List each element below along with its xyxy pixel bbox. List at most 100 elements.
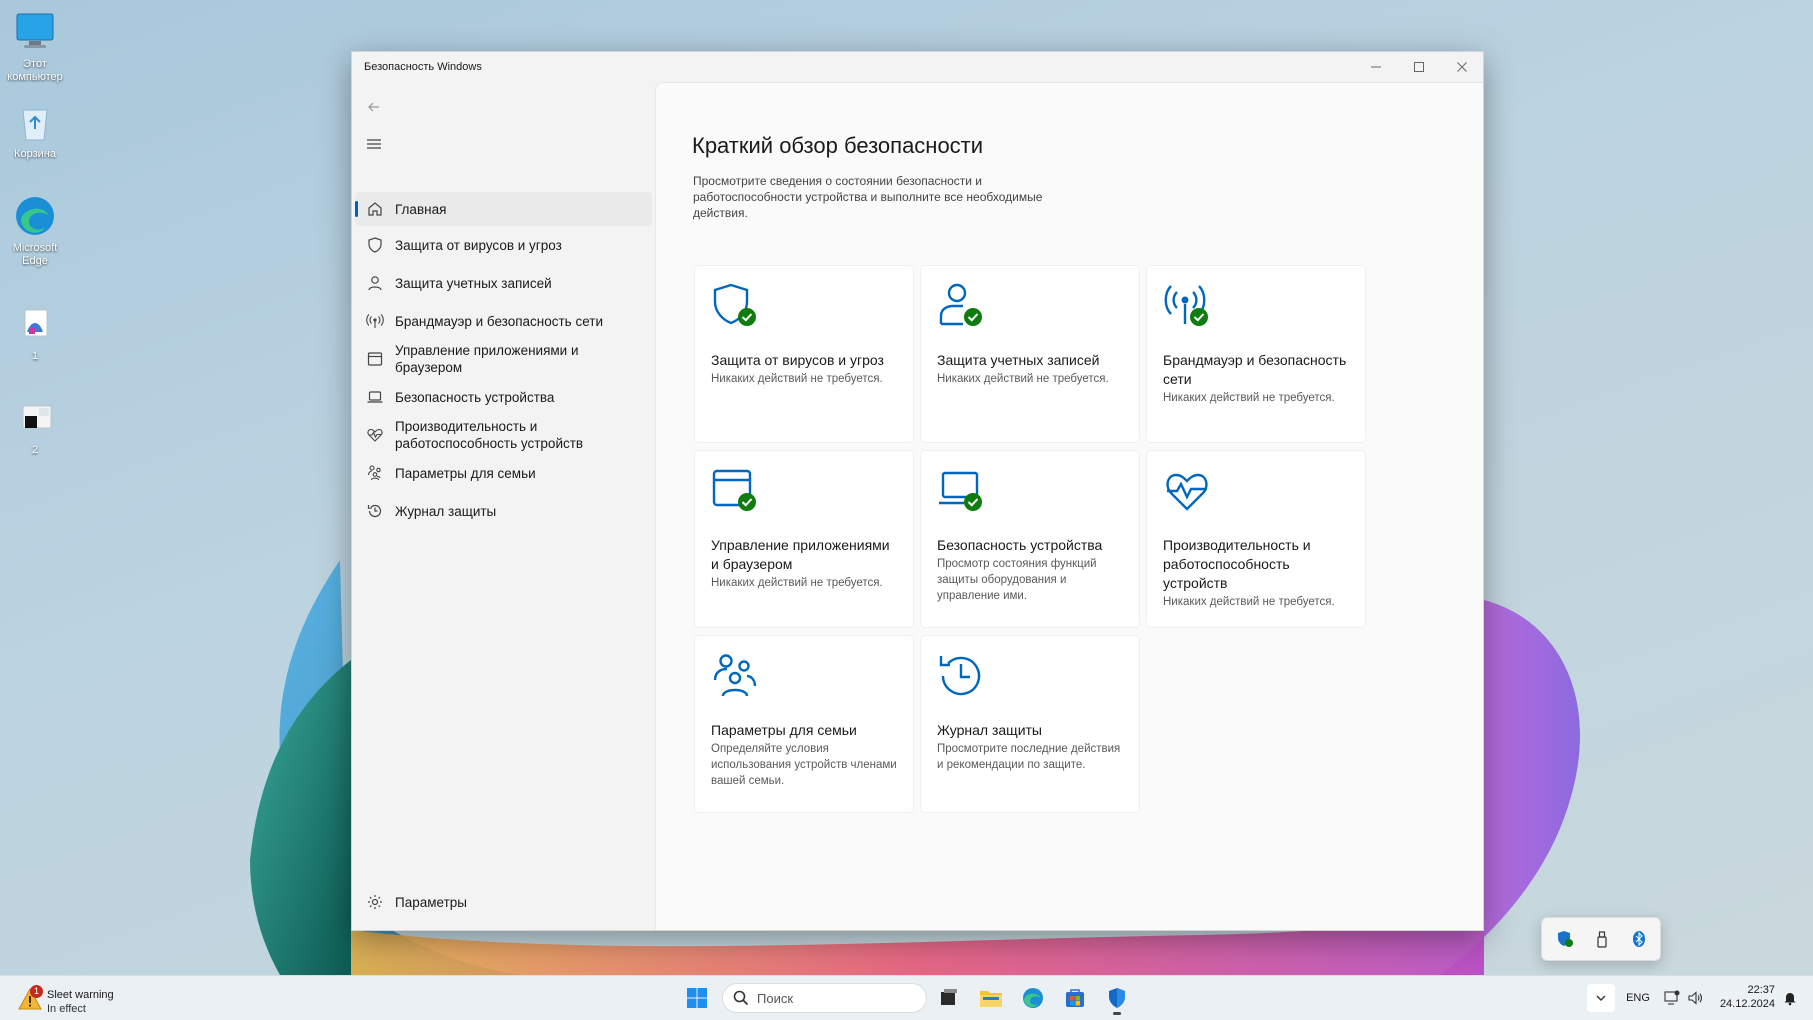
search-icon bbox=[733, 990, 749, 1006]
sidebar-item-account-protection[interactable]: Защита учетных записей bbox=[355, 264, 652, 302]
usb-icon bbox=[1597, 931, 1607, 948]
desktop-icon-file-1[interactable]: 1 bbox=[0, 302, 70, 363]
clock-time: 22:37 bbox=[1747, 984, 1775, 996]
antenna-icon bbox=[366, 312, 384, 330]
sidebar-item-label: Параметры для семьи bbox=[395, 465, 536, 481]
notification-button[interactable] bbox=[1779, 988, 1801, 1008]
weather-title: Sleet warning bbox=[47, 989, 114, 1001]
sidebar-item-label: Защита учетных записей bbox=[395, 275, 552, 291]
desktop-icon-file-2[interactable]: 2 bbox=[0, 396, 70, 457]
taskbar-search[interactable]: Поиск bbox=[722, 983, 927, 1013]
card-description: Никаких действий не требуется. bbox=[1163, 596, 1335, 608]
sidebar-item-firewall[interactable]: Брандмауэр и безопасность сети bbox=[355, 302, 652, 340]
sidebar: Главная Защита от вирусов и угроз Защита… bbox=[352, 82, 655, 930]
desktop-icon-label: Корзина bbox=[14, 148, 56, 160]
clock-date: 24.12.2024 bbox=[1719, 998, 1775, 1010]
sidebar-item-home[interactable]: Главная bbox=[355, 192, 652, 226]
tray-security-button[interactable] bbox=[1554, 928, 1576, 950]
history-icon bbox=[366, 502, 384, 520]
hamburger-icon bbox=[367, 139, 381, 149]
shield-check-icon bbox=[711, 282, 759, 330]
task-view-button[interactable] bbox=[932, 982, 966, 1014]
antenna-check-icon bbox=[1163, 282, 1211, 330]
hamburger-menu-button[interactable] bbox=[364, 134, 384, 154]
title-bar[interactable]: Безопасность Windows bbox=[352, 52, 1483, 82]
card-device-security[interactable]: Безопасность устройства Просмотр состояни… bbox=[921, 451, 1139, 627]
sidebar-item-device-health[interactable]: Производительность и работоспособность у… bbox=[355, 416, 605, 454]
tray-overflow-flyout bbox=[1541, 917, 1661, 961]
back-button[interactable] bbox=[364, 97, 384, 117]
page-intro: Просмотрите сведения о состоянии безопас… bbox=[693, 174, 1043, 220]
card-virus-protection[interactable]: Защита от вирусов и угроз Никаких действи… bbox=[695, 266, 913, 442]
recycle-bin-icon bbox=[13, 100, 57, 144]
sidebar-item-label: Журнал защиты bbox=[395, 503, 497, 519]
sidebar-item-settings[interactable]: Параметры bbox=[355, 885, 652, 919]
file-explorer-button[interactable] bbox=[974, 982, 1008, 1014]
card-title: Брандмауэр и безопасность сети bbox=[1163, 352, 1347, 387]
page-title: Краткий обзор безопасности bbox=[692, 133, 984, 158]
card-family[interactable]: Параметры для семьи Определяйте условия и… bbox=[695, 636, 913, 812]
card-account-protection[interactable]: Защита учетных записей Никаких действий н… bbox=[921, 266, 1139, 442]
card-description: Определяйте условия использования устрой… bbox=[711, 743, 897, 787]
card-title: Безопасность устройства bbox=[937, 537, 1103, 553]
card-description: Просмотрите последние действия и рекомен… bbox=[937, 743, 1121, 771]
card-title: Параметры для семьи bbox=[711, 722, 857, 738]
main-content: Краткий обзор безопасности Просмотрите с… bbox=[655, 82, 1483, 930]
sidebar-item-label: Параметры bbox=[395, 894, 467, 910]
app-window-check-icon bbox=[711, 467, 759, 515]
tray-usb-button[interactable] bbox=[1591, 928, 1613, 950]
card-app-browser[interactable]: Управление приложениями и браузером Никак… bbox=[695, 451, 913, 627]
laptop-check-icon bbox=[937, 467, 985, 515]
card-description: Никаких действий не требуется. bbox=[937, 373, 1109, 385]
sidebar-item-device-security[interactable]: Безопасность устройства bbox=[355, 378, 652, 416]
store-button[interactable] bbox=[1058, 982, 1092, 1014]
edge-icon bbox=[13, 194, 57, 238]
file-icon bbox=[13, 302, 57, 346]
maximize-button[interactable] bbox=[1397, 52, 1441, 82]
network-button[interactable] bbox=[1661, 988, 1683, 1008]
sidebar-item-family[interactable]: Параметры для семьи bbox=[355, 454, 652, 492]
clock[interactable]: 22:37 24.12.2024 bbox=[1705, 983, 1775, 1011]
shield-icon bbox=[366, 236, 384, 254]
start-button[interactable] bbox=[680, 982, 714, 1014]
taskbar: 1 Sleet warning In effect Поиск ENG 22:3… bbox=[0, 975, 1813, 1020]
maximize-icon bbox=[1414, 62, 1424, 72]
sidebar-item-label: Производительность и работоспособность у… bbox=[395, 419, 584, 451]
tray-bluetooth-button[interactable] bbox=[1628, 928, 1650, 950]
desktop-icon-this-pc[interactable]: Этот компьютер bbox=[0, 10, 70, 84]
show-hidden-icons-button[interactable] bbox=[1587, 984, 1615, 1012]
family-icon bbox=[366, 464, 384, 482]
desktop-icon-label: Этот компьютер bbox=[7, 58, 63, 83]
language-indicator[interactable]: ENG bbox=[1623, 988, 1653, 1008]
window-title: Безопасность Windows bbox=[364, 61, 482, 73]
card-title: Защита учетных записей bbox=[937, 352, 1100, 368]
sidebar-item-virus-protection[interactable]: Защита от вирусов и угроз bbox=[355, 226, 652, 264]
laptop-icon bbox=[366, 388, 384, 406]
card-protection-history[interactable]: Журнал защиты Просмотрите последние дейст… bbox=[921, 636, 1139, 812]
card-description: Никаких действий не требуется. bbox=[711, 577, 883, 589]
weather-widget[interactable]: 1 Sleet warning In effect bbox=[18, 982, 148, 1015]
volume-button[interactable] bbox=[1684, 988, 1706, 1008]
heart-pulse-icon bbox=[366, 426, 384, 444]
windows-security-taskbar-button[interactable] bbox=[1100, 982, 1134, 1015]
sidebar-item-label: Брандмауэр и безопасность сети bbox=[395, 313, 604, 329]
heart-pulse-icon bbox=[1163, 467, 1211, 515]
active-app-indicator bbox=[1113, 1012, 1121, 1015]
sidebar-item-protection-history[interactable]: Журнал защиты bbox=[355, 492, 652, 530]
bluetooth-icon bbox=[1633, 931, 1645, 947]
sidebar-item-app-browser[interactable]: Управление приложениями и браузером bbox=[355, 340, 605, 378]
minimize-button[interactable] bbox=[1354, 52, 1398, 82]
store-icon bbox=[1066, 989, 1084, 1007]
sidebar-item-label: Управление приложениями и браузером bbox=[395, 343, 579, 375]
card-firewall[interactable]: Брандмауэр и безопасность сети Никаких де… bbox=[1147, 266, 1365, 442]
desktop-icon-label: 2 bbox=[31, 444, 39, 456]
card-title: Журнал защиты bbox=[937, 722, 1042, 738]
close-button[interactable] bbox=[1440, 52, 1483, 82]
close-icon bbox=[1457, 62, 1467, 72]
desktop-icon-edge[interactable]: Microsoft Edge bbox=[0, 194, 70, 268]
edge-button[interactable] bbox=[1016, 982, 1050, 1014]
windows-security-window: Безопасность Windows Главная Защита от в… bbox=[351, 51, 1484, 931]
desktop-icon-recycle-bin[interactable]: Корзина bbox=[0, 100, 70, 161]
person-check-icon bbox=[937, 282, 985, 330]
card-device-health[interactable]: Производительность и работоспособность у… bbox=[1147, 451, 1365, 627]
